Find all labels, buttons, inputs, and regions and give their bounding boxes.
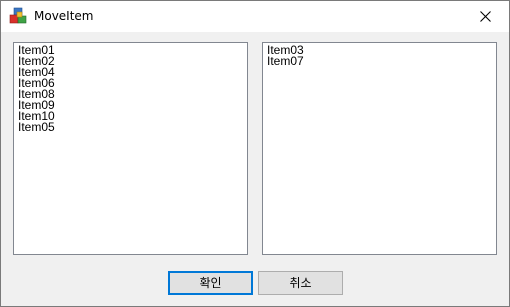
moveitem-window: MoveItem Item01 Item02 Item04 Item06 Ite… (0, 0, 510, 307)
close-icon (480, 11, 491, 22)
cancel-button[interactable]: 취소 (258, 271, 343, 295)
title-bar[interactable]: MoveItem (1, 1, 509, 32)
list-item[interactable]: Item07 (267, 55, 496, 67)
close-button[interactable] (463, 1, 509, 32)
right-list: Item03 Item07 (263, 43, 496, 67)
window-title: MoveItem (34, 9, 94, 23)
app-cubes-icon (9, 7, 27, 25)
right-listbox[interactable]: Item03 Item07 (262, 42, 497, 255)
ok-button[interactable]: 확인 (168, 271, 253, 295)
left-listbox[interactable]: Item01 Item02 Item04 Item06 Item08 Item0… (13, 42, 248, 255)
list-item[interactable]: Item05 (18, 121, 247, 133)
left-list: Item01 Item02 Item04 Item06 Item08 Item0… (14, 43, 247, 133)
